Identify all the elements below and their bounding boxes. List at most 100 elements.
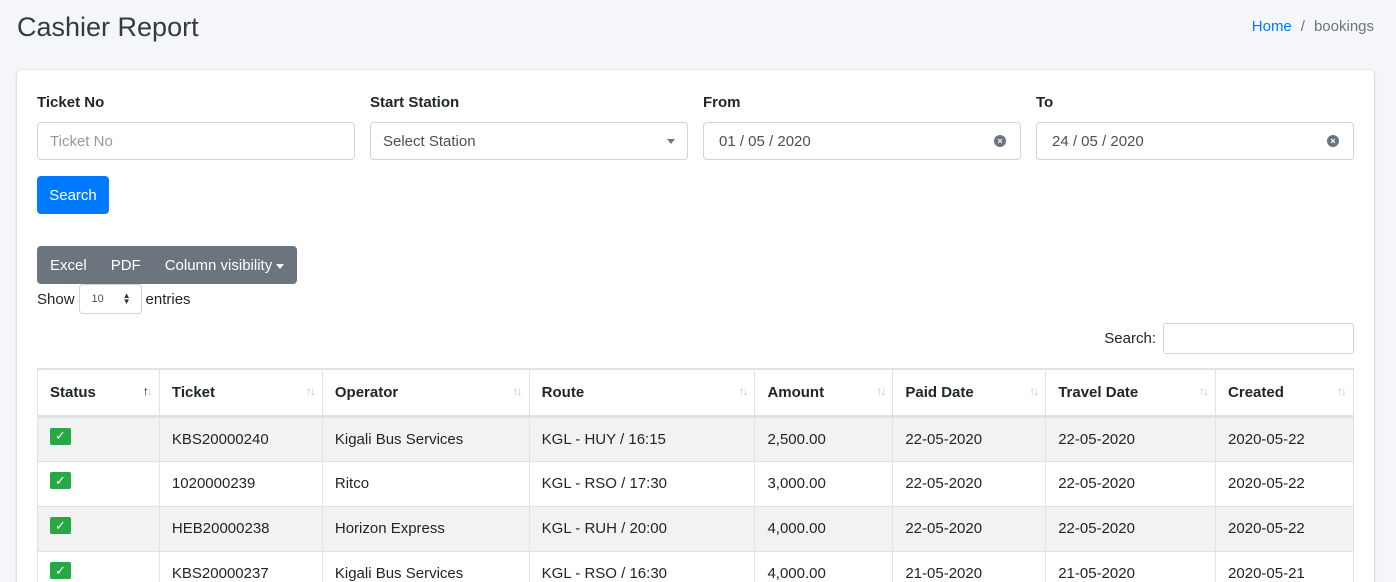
column-header-amount[interactable]: Amount ↑↓ (754, 368, 894, 418)
column-header-label: Created (1228, 383, 1284, 401)
sort-icon: ↑↓ (305, 384, 316, 398)
to-date-value: 24 / 05 / 2020 (1052, 132, 1144, 150)
column-header-route[interactable]: Route ↑↓ (528, 368, 756, 418)
paid-date-cell: 22-05-2020 (892, 415, 1047, 462)
breadcrumb-current: bookings (1313, 18, 1374, 35)
table-search: Search: (1104, 323, 1354, 354)
column-header-paid-date[interactable]: Paid Date ↑↓ (892, 368, 1047, 418)
check-icon: ✓ (50, 472, 71, 489)
route-cell: KGL - HUY / 16:15 (528, 415, 756, 462)
column-header-label: Ticket (171, 383, 216, 401)
check-icon: ✓ (50, 562, 71, 579)
sort-icon: ↑↓ (738, 384, 748, 398)
travel-date-cell: 21-05-2020 (1045, 550, 1217, 582)
report-card: Ticket No Ticket No Start Station Select… (17, 70, 1374, 582)
breadcrumb: Home / bookings (1252, 18, 1374, 35)
paid-date-cell: 21-05-2020 (892, 550, 1047, 582)
created-cell: 2020-05-22 (1215, 415, 1354, 462)
table-row[interactable]: ✓ HEB20000238 Horizon Express KGL - RUH … (37, 505, 1354, 552)
operator-cell: Ritco (321, 460, 530, 507)
clear-icon[interactable]: × (994, 135, 1006, 147)
route-cell: KGL - RSO / 16:30 (528, 550, 756, 582)
column-header-label: Amount (767, 383, 825, 401)
status-cell: ✓ (37, 460, 160, 507)
length-menu: Show 10 ▲ ▼ entries (37, 284, 191, 314)
clear-icon[interactable]: × (1327, 135, 1339, 147)
ticket-no-placeholder: Ticket No (50, 132, 113, 150)
ticket-cell: KBS20000240 (158, 415, 323, 462)
table-search-label: Search: (1104, 330, 1156, 347)
entries-value: 10 (91, 293, 104, 305)
route-cell: KGL - RSO / 17:30 (528, 460, 756, 507)
column-visibility-label: Column visibility (164, 256, 273, 274)
travel-date-cell: 22-05-2020 (1045, 505, 1217, 552)
page-title: Cashier Report (17, 12, 199, 42)
column-header-label: Paid Date (905, 383, 974, 401)
ticket-cell: 1020000239 (158, 460, 323, 507)
table-row[interactable]: ✓ 1020000239 Ritco KGL - RSO / 17:30 3,0… (37, 460, 1354, 507)
amount-cell: 4,000.00 (754, 550, 894, 582)
column-header-label: Operator (334, 383, 399, 401)
sort-icon: ↑↓ (512, 384, 523, 398)
check-icon: ✓ (50, 517, 71, 534)
status-cell: ✓ (37, 415, 160, 462)
sort-icon: ↑↓ (1337, 384, 1347, 398)
amount-cell: 3,000.00 (754, 460, 894, 507)
table-row[interactable]: ✓ KBS20000240 Kigali Bus Services KGL - … (37, 415, 1354, 462)
sort-asc-icon: ↑↓ (142, 384, 153, 398)
breadcrumb-separator: / (1300, 18, 1305, 35)
table-header-row: Status ↑↓ Ticket ↑↓ Operator ↑↓ Route ↑↓ Amo… (37, 368, 1354, 418)
status-cell: ✓ (37, 505, 160, 552)
paid-date-cell: 22-05-2020 (892, 505, 1047, 552)
created-cell: 2020-05-21 (1215, 550, 1354, 582)
amount-cell: 2,500.00 (754, 415, 894, 462)
start-station-value: Select Station (383, 132, 476, 150)
column-header-label: Status (50, 383, 96, 401)
show-label: Show (37, 290, 75, 308)
sort-icon: ↑↓ (1199, 384, 1209, 398)
created-cell: 2020-05-22 (1215, 460, 1354, 507)
route-cell: KGL - RUH / 20:00 (528, 505, 756, 552)
column-header-status[interactable]: Status ↑↓ (37, 368, 160, 418)
column-header-travel-date[interactable]: Travel Date ↑↓ (1045, 368, 1217, 418)
from-date-value: 01 / 05 / 2020 (719, 132, 811, 150)
ticket-no-label: Ticket No (37, 94, 105, 111)
check-icon: ✓ (50, 427, 71, 445)
travel-date-cell: 22-05-2020 (1045, 415, 1217, 462)
column-header-ticket[interactable]: Ticket ↑↓ (158, 368, 323, 418)
column-header-created[interactable]: Created ↑↓ (1215, 368, 1354, 418)
to-date-input[interactable]: 24 / 05 / 2020 × (1036, 122, 1354, 160)
table-row[interactable]: ✓ KBS20000237 Kigali Bus Services KGL - … (37, 550, 1354, 582)
pdf-button[interactable]: PDF (99, 246, 153, 284)
page: Cashier Report Home / bookings Ticket No… (0, 0, 1396, 582)
column-header-label: Travel Date (1058, 383, 1139, 401)
ticket-cell: KBS20000237 (158, 550, 323, 582)
export-button-group: Excel PDF Column visibility (37, 246, 297, 284)
breadcrumb-home-link[interactable]: Home (1252, 18, 1292, 35)
operator-cell: Kigali Bus Services (321, 415, 530, 462)
to-date-label: To (1036, 94, 1054, 111)
sort-icon: ↑↓ (876, 384, 886, 398)
start-station-select[interactable]: Select Station (370, 122, 688, 160)
column-visibility-button[interactable]: Column visibility (153, 246, 297, 284)
chevron-down-icon (667, 139, 675, 144)
from-date-input[interactable]: 01 / 05 / 2020 × (703, 122, 1021, 160)
paid-date-cell: 22-05-2020 (892, 460, 1047, 507)
sort-icon: ↑↓ (1029, 384, 1039, 398)
column-header-operator[interactable]: Operator ↑↓ (321, 368, 530, 418)
ticket-no-input[interactable]: Ticket No (37, 122, 355, 160)
operator-cell: Horizon Express (321, 505, 530, 552)
from-date-label: From (703, 94, 741, 111)
entries-select[interactable]: 10 ▲ ▼ (78, 284, 142, 314)
table-search-input[interactable] (1163, 323, 1354, 354)
status-cell: ✓ (37, 550, 160, 582)
start-station-label: Start Station (370, 94, 460, 111)
amount-cell: 4,000.00 (754, 505, 894, 552)
created-cell: 2020-05-22 (1215, 505, 1354, 552)
excel-button[interactable]: Excel (37, 246, 99, 284)
search-button[interactable]: Search (37, 176, 109, 214)
caret-down-icon (276, 263, 285, 269)
column-header-label: Route (541, 383, 585, 401)
sort-arrows-icon: ▲ ▼ (122, 291, 131, 306)
bookings-table: Status ↑↓ Ticket ↑↓ Operator ↑↓ Route ↑↓ Amo… (37, 368, 1354, 582)
